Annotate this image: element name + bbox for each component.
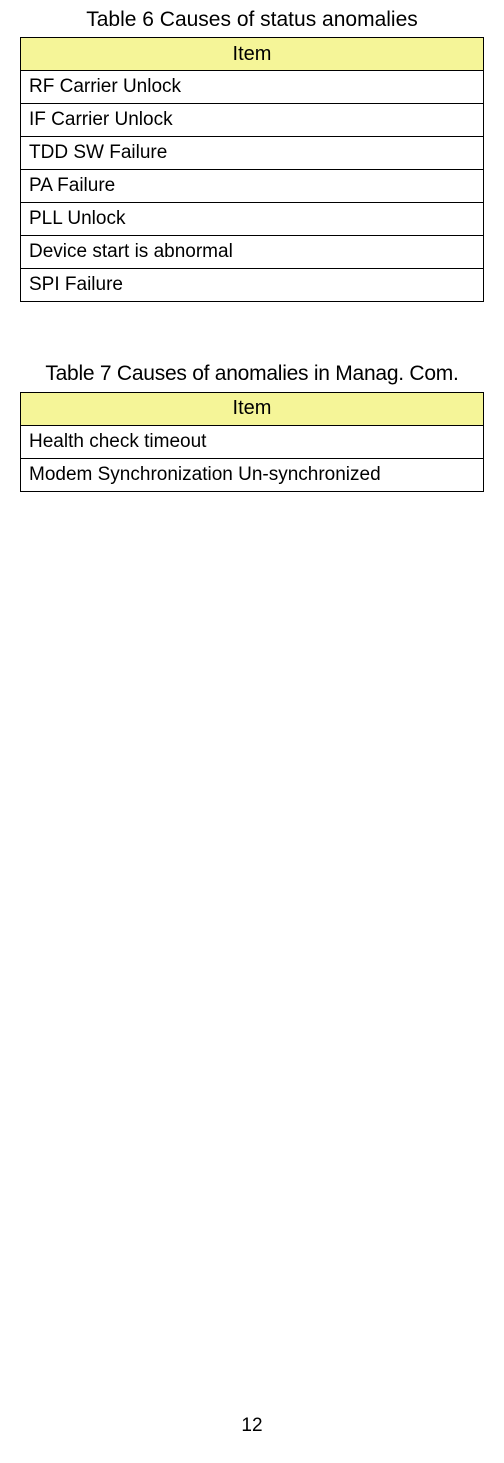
- table6-cell: Device start is abnormal: [21, 236, 484, 269]
- table-row: Modem Synchronization Un-synchronized: [21, 458, 484, 491]
- table6-cell: PLL Unlock: [21, 203, 484, 236]
- table6-cell: RF Carrier Unlock: [21, 71, 484, 104]
- table6-cell: TDD SW Failure: [21, 137, 484, 170]
- table7: Item Health check timeout Modem Synchron…: [20, 392, 484, 492]
- table6: Item RF Carrier Unlock IF Carrier Unlock…: [20, 37, 484, 302]
- table7-cell: Health check timeout: [21, 425, 484, 458]
- table-row: Health check timeout: [21, 425, 484, 458]
- table7-header: Item: [21, 392, 484, 425]
- table-row: RF Carrier Unlock: [21, 71, 484, 104]
- table-row: TDD SW Failure: [21, 137, 484, 170]
- table7-cell: Modem Synchronization Un-synchronized: [21, 458, 484, 491]
- table-row: PLL Unlock: [21, 203, 484, 236]
- table6-caption: Table 6 Causes of status anomalies: [16, 6, 488, 33]
- page-number: 12: [0, 1415, 504, 1437]
- table6-header: Item: [21, 38, 484, 71]
- table6-cell: IF Carrier Unlock: [21, 104, 484, 137]
- table6-cell: SPI Failure: [21, 269, 484, 302]
- table7-caption: Table 7 Causes of anomalies in Manag. Co…: [16, 360, 488, 387]
- table6-cell: PA Failure: [21, 170, 484, 203]
- table-row: Device start is abnormal: [21, 236, 484, 269]
- table-row: PA Failure: [21, 170, 484, 203]
- table-row: IF Carrier Unlock: [21, 104, 484, 137]
- table-row: SPI Failure: [21, 269, 484, 302]
